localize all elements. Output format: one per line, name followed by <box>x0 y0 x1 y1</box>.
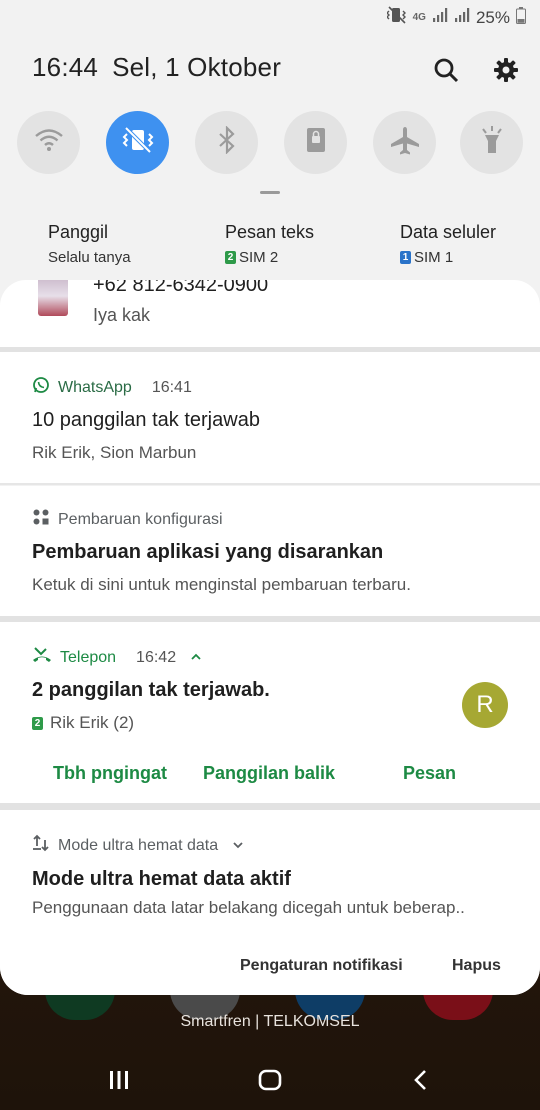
caller-name: Rik Erik (2) <box>50 713 135 732</box>
sim-setting-call[interactable]: Panggil Selalu tanya <box>48 222 131 266</box>
expand-handle[interactable] <box>260 191 280 194</box>
wifi-toggle[interactable] <box>17 111 80 174</box>
panel-header: 16:44 Sel, 1 Oktober <box>32 52 518 88</box>
notification-title: 2 panggilan tak terjawab. <box>32 679 270 701</box>
app-name: Telepon <box>60 648 117 666</box>
notification-footer: Pengaturan notifikasi Hapus <box>0 935 540 995</box>
battery-icon <box>516 6 526 29</box>
airplane-icon <box>389 125 421 160</box>
sim-2-icon: 2 <box>32 716 43 730</box>
sim-settings-row: Panggil Selalu tanya Pesan teks 2 SIM 2 … <box>0 222 540 272</box>
sim-setting-value: SIM 1 <box>414 249 454 266</box>
data-saver-icon <box>32 834 50 857</box>
divider <box>0 803 540 810</box>
signal-icon <box>454 7 470 28</box>
carrier-label: Smartfren | TELKOMSEL <box>180 1013 360 1030</box>
call-back-button[interactable]: Panggilan balik <box>203 763 335 784</box>
vibrate-icon <box>121 125 155 160</box>
sim-2-icon: 2 <box>225 251 236 264</box>
notification-text: Ketuk di sini untuk menginstal pembaruan… <box>32 575 411 594</box>
sim-setting-title: Pesan teks <box>225 222 315 242</box>
sim-setting-title: Data seluler <box>400 222 497 242</box>
home-icon[interactable] <box>250 1062 290 1098</box>
notification-time: 16:42 <box>136 648 177 666</box>
bluetooth-icon <box>216 125 238 159</box>
flashlight-toggle[interactable] <box>460 111 523 174</box>
bluetooth-toggle[interactable] <box>195 111 258 174</box>
message-sender: +62 812-6342-0900 <box>93 280 269 296</box>
quick-panel: 4G 25% 16:44 Sel, 1 Oktober Panggil Sela… <box>0 0 540 995</box>
app-name: WhatsApp <box>58 378 132 396</box>
message-text: Iya kak <box>93 305 151 325</box>
sim-1-icon: 1 <box>400 251 411 264</box>
gear-icon[interactable] <box>490 54 522 86</box>
search-icon[interactable] <box>430 54 462 86</box>
portrait-toggle[interactable] <box>284 111 347 174</box>
config-update-notification[interactable]: Pembaruan konfigurasi Pembaruan aplikasi… <box>0 486 540 616</box>
notification-time: 16:41 <box>151 378 192 396</box>
notification-text: Penggunaan data latar belakang dicegah u… <box>32 898 465 917</box>
airplane-toggle[interactable] <box>373 111 436 174</box>
quick-toggles <box>17 111 527 175</box>
clock[interactable]: 16:44 <box>32 52 98 82</box>
recents-icon[interactable] <box>99 1062 139 1098</box>
portrait-lock-icon <box>305 126 327 159</box>
whatsapp-notification[interactable]: WhatsApp 16:41 10 panggilan tak terjawab… <box>0 352 540 483</box>
sim-setting-value: Selalu tanya <box>48 249 131 266</box>
signal-icon <box>432 7 448 28</box>
notification-title: Pembaruan aplikasi yang disarankan <box>32 541 384 563</box>
wifi-icon <box>34 127 64 158</box>
message-notification[interactable]: +62 812-6342-0900 Iya kak <box>0 280 540 347</box>
notification-title: 10 panggilan tak terjawab <box>32 409 260 431</box>
sound-toggle[interactable] <box>106 111 169 174</box>
status-bar: 4G 25% <box>0 0 540 34</box>
battery-percentage: 25% <box>475 7 510 27</box>
notification-text: Rik Erik, Sion Marbun <box>32 443 197 462</box>
app-name: Pembaruan konfigurasi <box>58 510 223 528</box>
whatsapp-icon <box>32 376 50 399</box>
clear-all-button[interactable]: Hapus <box>452 957 501 975</box>
app-name: Mode ultra hemat data <box>58 836 219 854</box>
data-saver-notification[interactable]: Mode ultra hemat data Mode ultra hemat d… <box>0 810 540 935</box>
sim-setting-title: Panggil <box>48 222 109 242</box>
date[interactable]: Sel, 1 Oktober <box>112 52 281 82</box>
apps-icon <box>32 508 50 531</box>
divider <box>0 483 540 485</box>
phone-notification[interactable]: Telepon 16:42 2 panggilan tak terjawab. … <box>0 622 540 803</box>
missed-call-icon <box>32 646 52 669</box>
flashlight-icon <box>479 125 505 160</box>
sim-setting-sms[interactable]: Pesan teks 2 SIM 2 <box>225 222 314 266</box>
navigation-bar <box>0 1050 540 1110</box>
chevron-up-icon[interactable] <box>190 649 202 667</box>
sim-setting-value: SIM 2 <box>239 249 279 266</box>
add-reminder-button[interactable]: Tbh pngingat <box>53 763 167 784</box>
notification-title: Mode ultra hemat data aktif <box>32 868 291 890</box>
notification-settings-button[interactable]: Pengaturan notifikasi <box>240 957 403 975</box>
vibrate-icon <box>385 6 407 29</box>
message-button[interactable]: Pesan <box>403 763 456 784</box>
avatar: R <box>462 682 508 728</box>
notification-text: 2 Rik Erik (2) <box>32 713 134 733</box>
chevron-down-icon[interactable] <box>232 837 244 855</box>
back-icon[interactable] <box>401 1062 441 1098</box>
sim-setting-data[interactable]: Data seluler 1 SIM 1 <box>400 222 496 266</box>
network-type-label: 4G <box>412 12 426 23</box>
contact-photo <box>38 280 68 316</box>
